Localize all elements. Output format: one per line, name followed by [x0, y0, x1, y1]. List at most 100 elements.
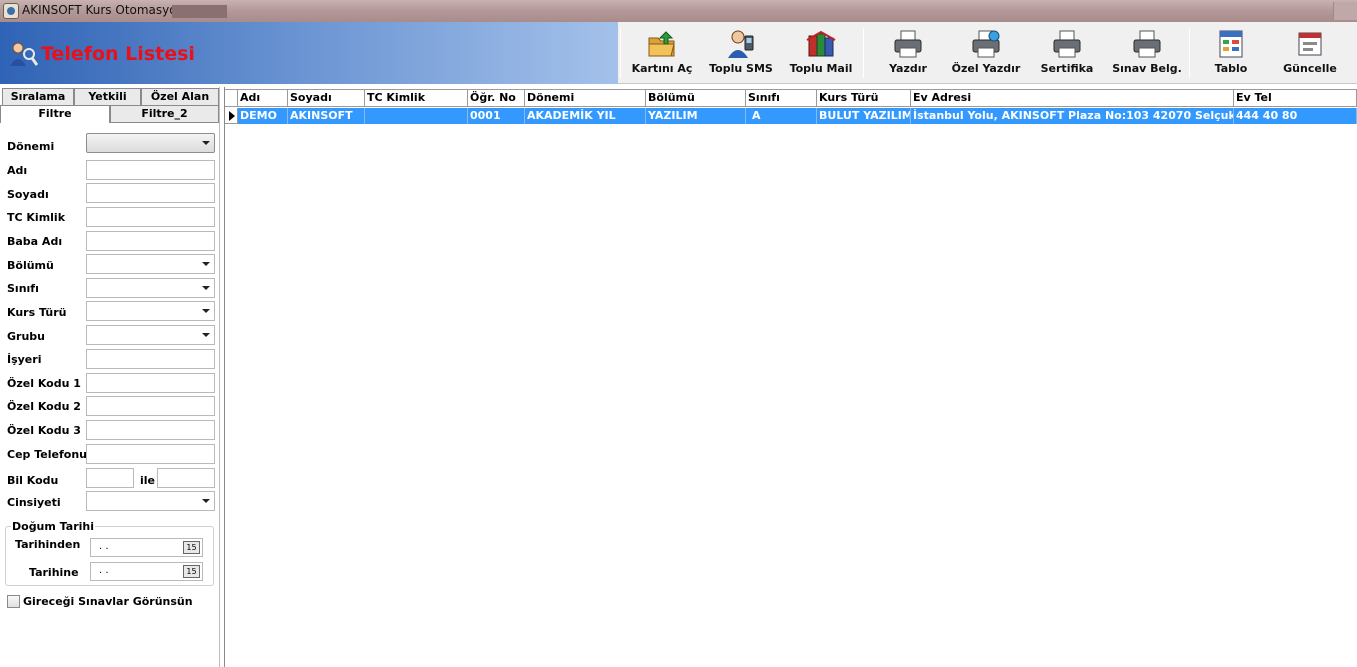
- bil-kodu-to-input[interactable]: [157, 468, 215, 488]
- phone-person-icon: [728, 30, 754, 58]
- ozel-kodu-2-label: Özel Kodu 2: [7, 400, 81, 413]
- tab-filtre[interactable]: Filtre: [0, 105, 110, 123]
- title-redacted-block: [172, 5, 227, 18]
- cell-bolumu[interactable]: YAZILIM: [646, 108, 746, 124]
- mail-books-icon: [806, 30, 836, 57]
- dogum-tarihi-label: Doğum Tarihi: [11, 520, 95, 533]
- cell-donemi[interactable]: AKADEMİK YIL: [525, 108, 646, 124]
- filter-panel: Sıralama Yetkili Özel Alan Filtre Filtre…: [0, 87, 220, 667]
- gireceği-checkbox[interactable]: [7, 595, 20, 608]
- grubu-select[interactable]: [86, 325, 215, 345]
- column-header-adi[interactable]: Adı: [238, 89, 288, 107]
- tc-kimlik-label: TC Kimlik: [7, 211, 66, 224]
- chevron-down-icon: [202, 333, 210, 337]
- page-title: Telefon Listesi: [41, 43, 195, 65]
- sertifika-button[interactable]: Sertifika: [1032, 22, 1102, 84]
- tablo-button[interactable]: Tablo: [1197, 22, 1265, 84]
- toplu-mail-label: Toplu Mail: [789, 62, 853, 75]
- column-header-bolumu[interactable]: Bölümü: [646, 89, 746, 107]
- soyadi-input[interactable]: [86, 183, 215, 203]
- table-icon: [1219, 30, 1243, 58]
- column-header-tc-kimlik[interactable]: TC Kimlik: [365, 89, 468, 107]
- cep-telefonu-input[interactable]: [86, 444, 215, 464]
- tab-yetkili[interactable]: Yetkili: [74, 88, 141, 106]
- tab-siralama[interactable]: Sıralama: [2, 88, 74, 106]
- ozel-kodu-3-input[interactable]: [86, 420, 215, 440]
- tab-row-top: Sıralama Yetkili Özel Alan: [0, 88, 220, 106]
- cell-ev-adresi[interactable]: İstanbul Yolu, AKINSOFT Plaza No:103 420…: [911, 108, 1234, 124]
- toolbar-separator: [620, 28, 621, 78]
- column-header-ogr-no[interactable]: Öğr. No: [468, 89, 525, 107]
- column-header-soyadi[interactable]: Soyadı: [288, 89, 365, 107]
- column-header-kurs-turu[interactable]: Kurs Türü: [817, 89, 911, 107]
- tc-kimlik-input[interactable]: [86, 207, 215, 227]
- folder-open-icon: [648, 31, 675, 57]
- chevron-down-icon: [202, 309, 210, 313]
- isyeri-input[interactable]: [86, 349, 215, 369]
- kartini-ac-button[interactable]: Kartını Aç: [628, 22, 696, 84]
- cell-adi[interactable]: DEMO: [238, 108, 288, 124]
- yazdir-button[interactable]: Yazdır: [873, 22, 943, 84]
- tab-filtre-2[interactable]: Filtre_2: [110, 105, 219, 123]
- grubu-label: Grubu: [7, 330, 45, 343]
- kurs-turu-select[interactable]: [86, 301, 215, 321]
- guncelle-button[interactable]: Güncelle: [1276, 22, 1344, 84]
- chevron-down-icon: [202, 141, 210, 145]
- sinifi-select[interactable]: [86, 278, 215, 298]
- ozel-kodu-3-label: Özel Kodu 3: [7, 424, 81, 437]
- tarihinden-date-input[interactable]: . . 15: [90, 538, 203, 557]
- calendar-icon[interactable]: 15: [183, 541, 200, 554]
- toplu-mail-button[interactable]: Toplu Mail: [786, 22, 856, 84]
- cell-sinifi[interactable]: A: [746, 108, 817, 124]
- cep-telefonu-label: Cep Telefonu: [7, 448, 87, 461]
- title-bar: AKINSOFT Kurs Otomasyonu s: [0, 0, 1357, 22]
- bolumu-select[interactable]: [86, 254, 215, 274]
- refresh-icon: [1298, 32, 1322, 56]
- ozel-kodu-1-label: Özel Kodu 1: [7, 377, 81, 390]
- cell-kurs-turu[interactable]: BULUT YAZILIM: [817, 108, 911, 124]
- toplu-sms-button[interactable]: Toplu SMS: [706, 22, 776, 84]
- tab-row-bottom: Filtre Filtre_2: [0, 105, 220, 123]
- adi-input[interactable]: [86, 160, 215, 180]
- cell-ev-tel[interactable]: 444 40 80: [1234, 108, 1357, 124]
- donemi-select[interactable]: [86, 133, 215, 153]
- column-header-ev-adresi[interactable]: Ev Adresi: [911, 89, 1234, 107]
- bil-kodu-label: Bil Kodu: [7, 474, 59, 487]
- column-header-ev-tel[interactable]: Ev Tel: [1234, 89, 1357, 107]
- ozel-yazdir-button[interactable]: Özel Yazdır: [951, 22, 1021, 84]
- cell-ogr-no[interactable]: 0001: [468, 108, 525, 124]
- column-header-donemi[interactable]: Dönemi: [525, 89, 646, 107]
- calendar-icon[interactable]: 15: [183, 565, 200, 578]
- tablo-label: Tablo: [1214, 62, 1248, 75]
- toolbar-separator: [863, 28, 864, 78]
- baba-adi-input[interactable]: [86, 231, 215, 251]
- people-search-icon: [10, 42, 38, 66]
- guncelle-label: Güncelle: [1283, 62, 1337, 75]
- printer-special-icon: [972, 30, 1000, 58]
- column-header-sinifi[interactable]: Sınıfı: [746, 89, 817, 107]
- cinsiyeti-select[interactable]: [86, 491, 215, 511]
- bil-kodu-from-input[interactable]: [86, 468, 134, 488]
- sinav-belg-label: Sınav Belg.: [1112, 62, 1182, 75]
- printer-certificate-icon: [1053, 30, 1081, 58]
- sinav-belg-button[interactable]: Sınav Belg.: [1109, 22, 1185, 84]
- ozel-kodu-2-input[interactable]: [86, 396, 215, 416]
- cell-soyadi[interactable]: AKINSOFT: [288, 108, 365, 124]
- tarihine-date-input[interactable]: . . 15: [90, 562, 203, 581]
- baba-adi-label: Baba Adı: [7, 235, 63, 248]
- phone-list-grid: Adı Soyadı TC Kimlik Öğr. No Dönemi Bölü…: [224, 87, 1357, 667]
- cell-tc-kimlik[interactable]: [365, 108, 468, 124]
- chevron-down-icon: [202, 286, 210, 290]
- window-close-button[interactable]: [1333, 2, 1357, 20]
- donemi-label: Dönemi: [7, 140, 55, 153]
- ile-label: ile: [140, 474, 156, 487]
- tab-ozel-alan[interactable]: Özel Alan: [141, 88, 219, 106]
- ozel-kodu-1-input[interactable]: [86, 373, 215, 393]
- sertifika-label: Sertifika: [1040, 62, 1094, 75]
- bolumu-label: Bölümü: [7, 259, 54, 272]
- tarihinden-date-value: . .: [99, 541, 109, 552]
- kartini-ac-label: Kartını Aç: [631, 62, 693, 75]
- tarihine-label: Tarihine: [29, 566, 79, 579]
- kurs-turu-label: Kurs Türü: [7, 306, 67, 319]
- yazdir-label: Yazdır: [889, 62, 927, 75]
